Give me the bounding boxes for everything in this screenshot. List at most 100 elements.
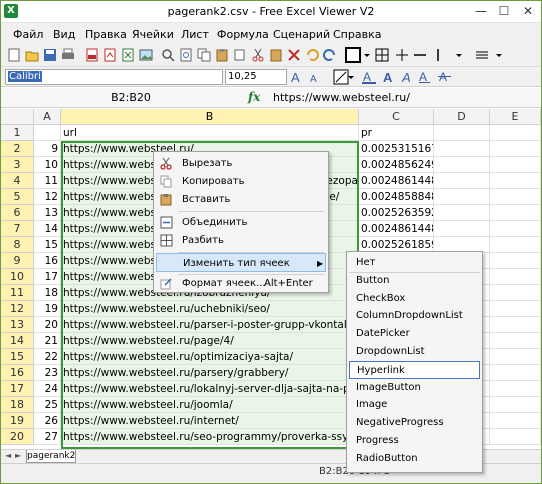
row-header[interactable]: 9 [1,253,34,269]
cell-a[interactable]: 15 [34,237,61,253]
function-icon[interactable]: fx [248,90,260,104]
chevron-down-icon[interactable] [347,69,355,85]
row-header[interactable]: 6 [1,205,34,221]
cell-b[interactable]: https://www.websteel.ru/parsery/grabbery… [61,365,359,381]
menu-item-paste[interactable]: Вставить [156,190,326,209]
cell-a[interactable]: 27 [34,429,61,445]
row-header[interactable]: 15 [1,349,34,365]
cell-e[interactable] [490,285,541,301]
row-header[interactable]: 2 [1,141,34,157]
row-header[interactable]: 19 [1,413,34,429]
sheet-tab-pagerank2[interactable]: pagerank2 [26,450,76,463]
cell-e[interactable] [490,253,541,269]
row-header[interactable]: 20 [1,429,34,445]
cell-e[interactable] [490,301,541,317]
new-file-icon[interactable] [7,48,21,62]
cell-a[interactable]: 12 [34,189,61,205]
cell-a[interactable]: 22 [34,349,61,365]
cell-e[interactable] [490,317,541,333]
cell-e[interactable] [490,189,541,205]
maximize-button[interactable]: ☐ [493,2,515,20]
chevron-down-icon[interactable] [363,48,371,62]
submenu-item[interactable]: Button [349,272,480,290]
save-icon[interactable] [43,48,57,62]
row-header[interactable]: 3 [1,157,34,173]
submenu-item[interactable]: ColumnDropdownList [349,307,480,325]
paste-icon[interactable] [215,48,229,62]
submenu-item[interactable]: ImageButton [349,379,480,397]
redo-icon[interactable] [323,48,337,62]
menu-formula[interactable]: Формула [217,28,269,41]
cell-e[interactable] [490,269,541,285]
undo-icon[interactable] [305,48,319,62]
row-header[interactable]: 8 [1,237,34,253]
cell-e[interactable] [490,365,541,381]
font-color-icon[interactable]: A [361,69,377,85]
menu-help[interactable]: Справка [333,28,381,41]
row-header[interactable]: 7 [1,221,34,237]
cell-e[interactable] [490,429,541,445]
cell-a[interactable] [34,125,61,141]
submenu-item[interactable]: Hyperlink [349,360,480,379]
submenu-item[interactable]: Progress [349,432,480,450]
submenu-item[interactable]: NegativeProgress [349,414,480,432]
row-header[interactable]: 17 [1,381,34,397]
menu-sheet[interactable]: Лист [181,28,209,41]
cell-b[interactable]: url [61,125,359,141]
underline-icon[interactable]: A [417,69,433,85]
submenu-item[interactable]: RadioButton [349,450,480,468]
menu-cells[interactable]: Ячейки [132,28,174,41]
menu-edit[interactable]: Правка [85,28,127,41]
cell-reference-box[interactable]: B2:B20 [81,91,181,104]
copy-icon[interactable] [197,48,211,62]
cell-e[interactable] [490,205,541,221]
cell-d[interactable] [434,157,490,173]
cell-d[interactable] [434,141,490,157]
cell-b[interactable]: https://www.websteel.ru/page/4/ [61,333,359,349]
row-header[interactable]: 11 [1,285,34,301]
print-icon[interactable] [61,48,75,62]
row-header[interactable]: 4 [1,173,34,189]
cell-d[interactable] [434,125,490,141]
cell-e[interactable] [490,221,541,237]
cell-b[interactable]: https://www.websteel.ru/lokalnyj-server-… [61,381,359,397]
menu-item-split[interactable]: Разбить [156,231,326,250]
cell-a[interactable]: 23 [34,365,61,381]
cell-e[interactable] [490,237,541,253]
find-icon[interactable] [161,48,175,62]
cell-a[interactable]: 14 [34,221,61,237]
preview-icon[interactable] [179,48,193,62]
sheet-prev-button[interactable]: ◄ [5,451,11,460]
menu-item-cut[interactable]: Вырезать [156,154,326,173]
menu-file[interactable]: Файл [13,28,43,41]
font-name-select[interactable]: Calibri [5,69,223,85]
row-header[interactable]: 13 [1,317,34,333]
cell-a[interactable]: 24 [34,381,61,397]
cell-b[interactable]: https://www.websteel.ru/optimizaciya-saj… [61,349,359,365]
cell-c[interactable]: 0.00248614480764376 [359,173,434,189]
cell-d[interactable] [434,205,490,221]
row-header[interactable]: 1 [1,125,34,141]
menu-item-change-cell-type[interactable]: Изменить тип ячеек ▶ [156,253,326,272]
cell-e[interactable] [490,173,541,189]
cell-e[interactable] [490,349,541,365]
italic-icon[interactable]: A [399,69,415,85]
font-size-select[interactable]: 10,25 [225,69,287,85]
cell-c[interactable]: 0.00248614480764376 [359,221,434,237]
chevron-down-icon[interactable] [455,48,463,62]
cell-b[interactable]: https://www.websteel.ru/parser-i-poster-… [61,317,359,333]
cell-a[interactable]: 18 [34,285,61,301]
pdf-icon[interactable] [85,48,99,62]
cell-c[interactable]: pr [359,125,434,141]
copy-format-icon[interactable] [233,48,247,62]
cell-a[interactable]: 13 [34,205,61,221]
menu-scenario[interactable]: Сценарий [273,28,330,41]
font-grow-icon[interactable]: A [289,69,305,85]
cell-a[interactable]: 16 [34,253,61,269]
submenu-item[interactable]: DropdownList [349,343,480,361]
vertical-border-icon[interactable] [431,48,445,62]
cell-c[interactable]: 0.00252635927240777 [359,205,434,221]
cell-b[interactable]: https://www.websteel.ru/joomla/ [61,397,359,413]
cell-a[interactable]: 25 [34,397,61,413]
row-header[interactable]: 10 [1,269,34,285]
